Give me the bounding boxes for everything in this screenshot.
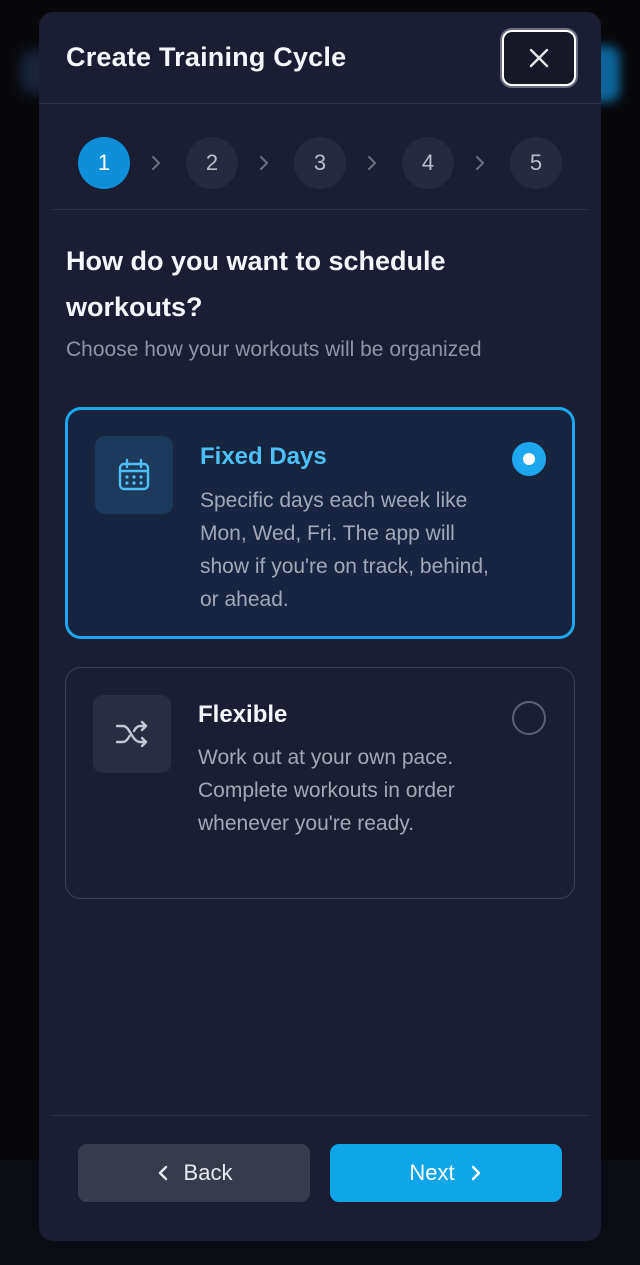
close-button[interactable] xyxy=(502,30,576,86)
step-2[interactable]: 2 xyxy=(186,137,238,189)
question-heading: How do you want to schedule workouts? xyxy=(66,246,446,322)
next-button[interactable]: Next xyxy=(330,1144,562,1202)
option-flexible[interactable]: Flexible Work out at your own pace. Comp… xyxy=(65,667,575,899)
chevron-right-icon xyxy=(152,156,160,170)
step-1[interactable]: 1 xyxy=(78,137,130,189)
step-5[interactable]: 5 xyxy=(510,137,562,189)
question-subtitle: Choose how your workouts will be organiz… xyxy=(66,338,482,361)
radio-selected[interactable] xyxy=(512,442,546,476)
option-description: Work out at your own pace. Complete work… xyxy=(198,746,455,835)
step-4[interactable]: 4 xyxy=(402,137,454,189)
shuffle-icon xyxy=(115,720,148,748)
option-fixed-days[interactable]: Fixed Days Specific days each week like … xyxy=(65,407,575,639)
stepper: 1 2 3 4 5 xyxy=(52,104,588,210)
calendar-icon xyxy=(118,458,150,491)
option-icon-box xyxy=(93,695,171,773)
option-title: Fixed Days xyxy=(200,443,327,470)
create-training-cycle-modal: Create Training Cycle 1 2 3 4 5 How do y… xyxy=(39,12,601,1241)
modal-header: Create Training Cycle xyxy=(39,12,601,104)
option-icon-box xyxy=(95,436,173,514)
radio-dot xyxy=(523,453,535,465)
close-icon xyxy=(529,48,549,68)
next-button-label: Next xyxy=(409,1160,455,1185)
chevron-left-icon xyxy=(158,1165,167,1181)
radio-unselected[interactable] xyxy=(512,701,546,735)
modal-title: Create Training Cycle xyxy=(66,42,347,72)
modal-footer: Back Next xyxy=(52,1115,588,1241)
step-3[interactable]: 3 xyxy=(294,137,346,189)
chevron-right-icon xyxy=(368,156,376,170)
back-button-label: Back xyxy=(183,1160,233,1185)
chevron-right-icon xyxy=(476,156,484,170)
option-description: Specific days each week like Mon, Wed, F… xyxy=(200,489,489,611)
chevron-right-icon xyxy=(471,1165,480,1181)
option-title: Flexible xyxy=(198,701,288,728)
back-button[interactable]: Back xyxy=(78,1144,310,1202)
chevron-right-icon xyxy=(260,156,268,170)
